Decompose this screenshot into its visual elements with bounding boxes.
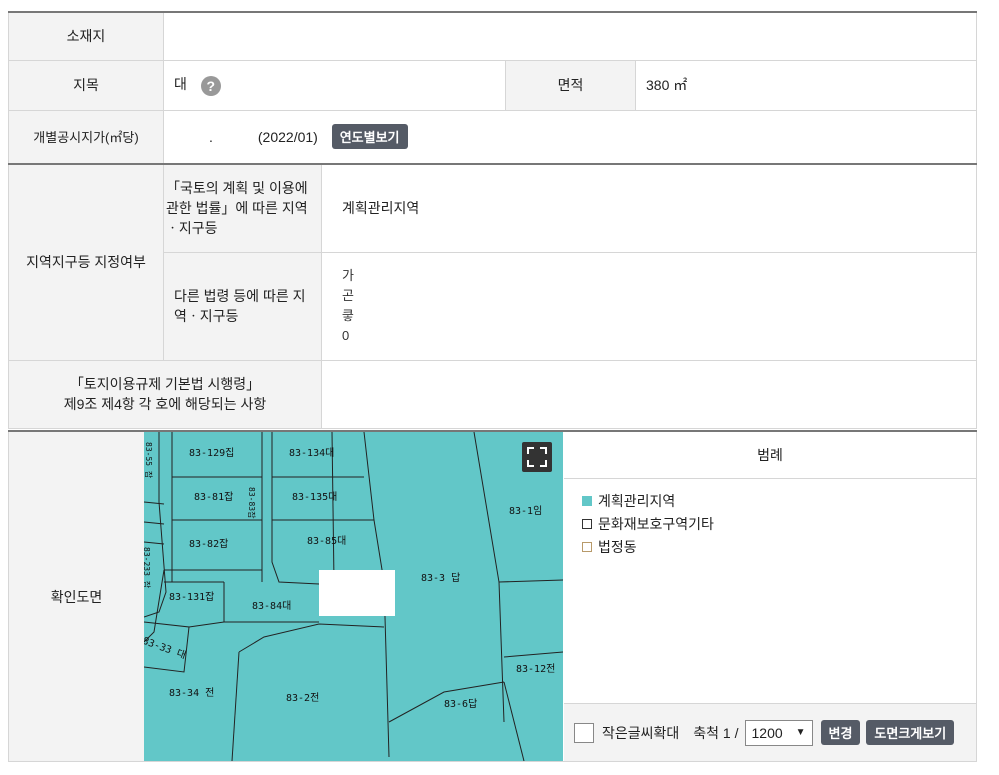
fullscreen-icon[interactable] (522, 442, 552, 472)
scale-select[interactable]: 1200 ▼ (744, 719, 813, 746)
zoning-sub1-value: 계획관리지역 (321, 163, 977, 253)
legend-panel: 범례 계획관리지역 문화재보호구역기타 법정동 작은글씨확대 축척 1 / 12… (564, 432, 977, 761)
parcel-label: 83-6답 (444, 699, 478, 710)
legend-swatch (582, 495, 592, 506)
land-category-cell: 대 ? (163, 59, 506, 111)
zoning-sub2-label: 다른 법령 등에 따른 지역ㆍ지구등 (163, 251, 322, 361)
parcel-label: 83-129집 (189, 448, 235, 459)
zoning-label: 지역지구등 지정여부 (8, 163, 164, 361)
large-map-button[interactable]: 도면크게보기 (866, 720, 955, 745)
parcel-label: 83-131잡 (169, 592, 215, 603)
help-icon[interactable]: ? (200, 75, 221, 96)
parcel-label: 83-34 전 (169, 688, 215, 699)
parcel-label: 83-12전 (516, 664, 556, 675)
enlarge-text-label: 작은글씨확대 (602, 724, 680, 741)
legend-title: 범례 (564, 432, 976, 479)
official-price-label: 개별공시지가(㎡당) (8, 109, 164, 165)
zoning-sub2-value: 가 곤 킇 0 (321, 251, 977, 361)
regulation-label-line1: 「토지이용규제 기본법 시행령」 (69, 376, 261, 392)
regulation-value (321, 359, 977, 429)
chevron-down-icon: ▼ (795, 727, 806, 738)
official-price-cell: . (2022/01) 연도별보기 (163, 109, 977, 165)
parcel-label: 83-3 답 (421, 573, 461, 584)
parcel-label: 83-85대 (307, 536, 347, 547)
parcel-label: 83-84대 (252, 601, 292, 612)
land-category-label: 지목 (8, 59, 164, 111)
zoning-sub2-line: 킇 (342, 308, 354, 323)
zoning-sub2-line: 가 (342, 268, 354, 283)
scale-label: 축척 1 / (693, 724, 739, 741)
parcel-label: 83-81잡 (194, 492, 234, 503)
yearly-view-button[interactable]: 연도별보기 (331, 124, 408, 150)
legend-list: 계획관리지역 문화재보호구역기타 법정동 (564, 479, 976, 568)
area-label: 면적 (505, 59, 636, 111)
parcel-label: 83-83잡 (247, 487, 256, 519)
enlarge-text-checkbox[interactable] (574, 722, 594, 743)
regulation-label-line2: 제9조 제4항 각 호에 해당되는 사항 (63, 396, 267, 412)
location-label: 소재지 (8, 11, 164, 61)
legend-item-label: 법정동 (598, 538, 637, 555)
map-label: 확인도면 (8, 432, 145, 761)
legend-item: 문화재보호구역기타 (582, 512, 958, 535)
regulation-label: 「토지이용규제 기본법 시행령」 제9조 제4항 각 호에 해당되는 사항 (8, 359, 322, 429)
legend-item-label: 계획관리지역 (598, 492, 676, 509)
land-category-value: 대 (174, 76, 187, 93)
zoning-sub2-line: 곤 (342, 288, 354, 303)
legend-swatch (582, 541, 592, 552)
location-value (163, 11, 977, 61)
parcel-label: 83-233 잡 (144, 547, 151, 588)
cadastral-map[interactable]: 83-129집 83-134대 83-55 잡 83-81잡 83-135대 83-1임 8… (144, 432, 563, 761)
scale-select-value: 1200 (751, 724, 783, 741)
parcel-label: 83-135대 (292, 492, 338, 503)
land-info-table: 소재지 지목 대 ? 면적 380 ㎡ 개별공시지가(㎡당) . (2022/0… (8, 11, 977, 429)
parcel-label: 83-55 잡 (144, 442, 153, 479)
parcel-label: 83-2전 (286, 693, 320, 704)
zoning-sub1-label: 「국토의 계획 및 이용에 관한 법률」에 따른 지역ㆍ지구등 (163, 163, 322, 253)
legend-item: 법정동 (582, 535, 958, 558)
area-value: 380 ㎡ (635, 59, 977, 111)
parcel-label: 83-82잡 (189, 539, 229, 550)
legend-item: 계획관리지역 (582, 489, 958, 512)
parcel-label: 83-134대 (289, 448, 335, 459)
official-price-date: (2022/01) (257, 129, 318, 146)
map-section: 확인도면 83-129집 83-134대 83-55 잡 83-81잡 83-1… (8, 430, 977, 762)
legend-item-label: 문화재보호구역기타 (598, 515, 714, 532)
parcel-label: 83-1임 (509, 506, 543, 517)
official-price-value: . (209, 129, 213, 146)
map-toolbar: 작은글씨확대 축척 1 / 1200 ▼ 변경 도면크게보기 (564, 703, 976, 761)
scale-change-button[interactable]: 변경 (820, 720, 861, 745)
legend-swatch (582, 518, 592, 529)
zoning-sub2-line: 0 (342, 328, 350, 343)
